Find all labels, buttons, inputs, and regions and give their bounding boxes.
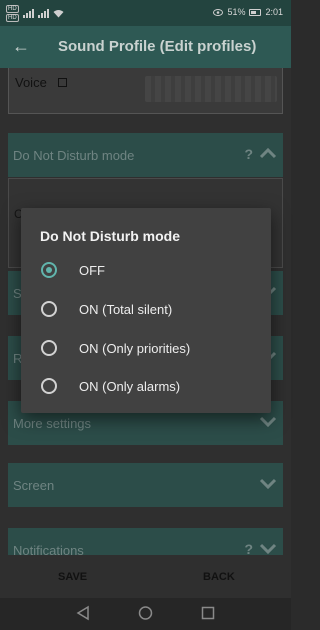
back-button[interactable]: BACK — [203, 571, 235, 583]
app-bar: ← Sound Profile (Edit profiles) — [0, 26, 291, 68]
chevron-down-icon[interactable] — [259, 477, 277, 489]
section-notifications[interactable]: Notifications ? — [8, 528, 283, 555]
dnd-mode-dialog: Do Not Disturb mode OFF ON (Total silent… — [21, 208, 271, 413]
voice-label: Voice — [15, 75, 47, 90]
help-icon[interactable]: ? — [244, 146, 253, 162]
option-only-priorities[interactable]: ON (Only priorities) — [21, 329, 271, 367]
battery-icon — [249, 8, 262, 16]
radio-icon[interactable] — [41, 340, 57, 356]
battery-percent: 51% — [227, 7, 246, 17]
signal-icon — [22, 9, 34, 18]
chevron-up-icon[interactable] — [259, 147, 277, 159]
section-screen[interactable]: Screen — [8, 463, 283, 507]
option-total-silent[interactable]: ON (Total silent) — [21, 290, 271, 328]
bottom-actions: SAVE BACK — [0, 555, 291, 598]
option-label: ON (Total silent) — [79, 302, 173, 317]
eye-comfort-icon — [213, 8, 224, 16]
nav-back-icon[interactable] — [76, 605, 90, 621]
section-label: Do Not Disturb mode — [13, 148, 135, 163]
option-only-alarms[interactable]: ON (Only alarms) — [21, 367, 271, 405]
save-button[interactable]: SAVE — [58, 571, 87, 583]
radio-icon[interactable] — [41, 301, 57, 317]
status-bar: HD HD 51% 2:01 — [0, 0, 291, 26]
wifi-icon — [53, 10, 64, 18]
option-label: ON (Only alarms) — [79, 379, 181, 394]
radio-selected-icon[interactable] — [41, 262, 57, 278]
section-label: Screen — [13, 478, 55, 493]
radio-icon[interactable] — [41, 378, 57, 394]
system-nav-bar — [0, 598, 291, 630]
section-dnd-mode[interactable]: Do Not Disturb mode ? — [8, 133, 283, 177]
section-label: Notifications — [13, 543, 84, 555]
chevron-down-icon[interactable] — [259, 415, 277, 427]
clock: 2:01 — [265, 7, 283, 17]
back-arrow-icon[interactable]: ← — [12, 35, 30, 57]
page-title: Sound Profile (Edit profiles) — [58, 38, 257, 55]
voice-card: Voice — [8, 68, 283, 114]
signal-icon — [37, 9, 49, 18]
option-label: OFF — [79, 263, 105, 278]
nav-recents-icon[interactable] — [201, 605, 215, 621]
option-label: ON (Only priorities) — [79, 341, 191, 356]
blurred-text — [145, 76, 277, 102]
nav-home-icon[interactable] — [138, 605, 153, 621]
sim-icon: HD — [6, 5, 19, 13]
section-label: More settings — [13, 416, 92, 431]
voice-checkbox[interactable] — [58, 78, 67, 87]
option-off[interactable]: OFF — [21, 251, 271, 289]
dialog-title: Do Not Disturb mode — [40, 228, 180, 244]
sim-icon: HD — [6, 14, 19, 22]
help-icon[interactable]: ? — [244, 541, 253, 555]
chevron-down-icon[interactable] — [259, 542, 277, 554]
